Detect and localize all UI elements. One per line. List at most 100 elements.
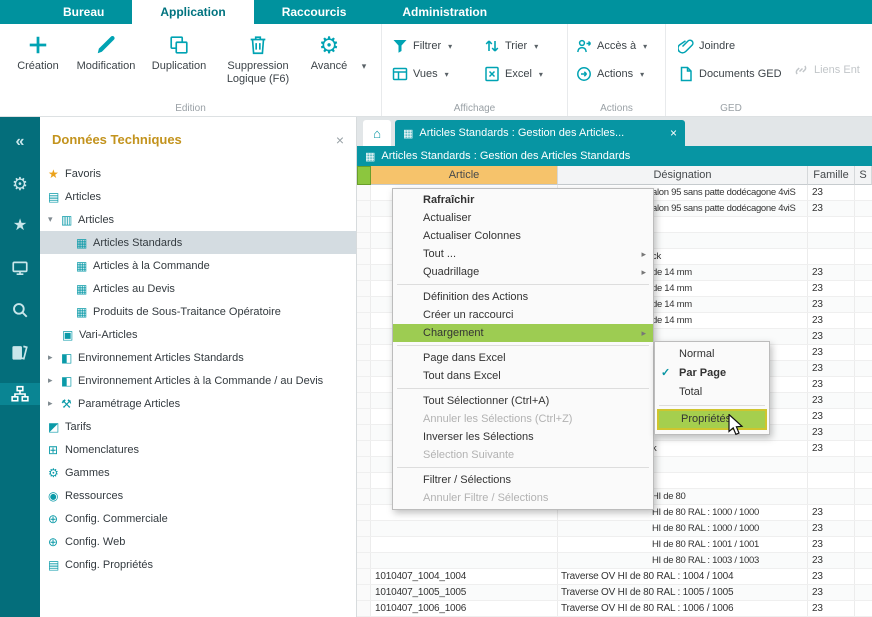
tab-articles-standards[interactable]: ▦ Articles Standards : Gestion des Artic… <box>395 120 685 146</box>
menu-tab-raccourcis[interactable]: Raccourcis <box>254 0 375 24</box>
submenu-item[interactable]: Normal <box>655 345 769 364</box>
vues-button[interactable]: Vues ▾ <box>392 66 484 82</box>
chevron-right-icon[interactable]: ▸ <box>48 352 61 363</box>
context-menu-item[interactable]: Quadrillage <box>393 263 653 281</box>
row-selector[interactable] <box>357 345 371 360</box>
row-selector[interactable] <box>357 233 371 248</box>
sidebar-item[interactable]: ▦Articles à la Commande <box>40 254 356 277</box>
column-header-famille[interactable]: Famille <box>808 166 855 185</box>
sidebar-item[interactable]: ▦Articles au Devis <box>40 277 356 300</box>
close-icon[interactable]: × <box>670 126 677 140</box>
context-menu-item[interactable]: Tout ... <box>393 245 653 263</box>
context-menu-item[interactable]: Filtrer / Sélections <box>393 471 653 489</box>
close-icon[interactable]: × <box>336 132 344 148</box>
table-row[interactable]: HI de 80 RAL : 1003 / 100323 <box>357 553 872 569</box>
search-icon[interactable] <box>0 299 40 321</box>
row-selector[interactable] <box>357 457 371 472</box>
sidebar-item[interactable]: ▦Produits de Sous-Traitance Opératoire <box>40 300 356 323</box>
row-selector[interactable] <box>357 569 371 584</box>
row-selector[interactable] <box>357 265 371 280</box>
home-tab[interactable]: ⌂ <box>363 120 391 146</box>
row-selector[interactable] <box>357 441 371 456</box>
library-icon[interactable] <box>0 341 40 363</box>
sidebar-item[interactable]: ⚙Gammes <box>40 461 356 484</box>
context-menu-item[interactable]: Page dans Excel <box>393 349 653 367</box>
column-header-stock[interactable]: S <box>855 166 872 185</box>
row-selector[interactable] <box>357 601 371 616</box>
sidebar-item[interactable]: ⊞Nomenclatures <box>40 438 356 461</box>
context-menu-item[interactable]: Créer un raccourci <box>393 306 653 324</box>
row-selector[interactable] <box>357 185 371 200</box>
context-menu-item[interactable]: Rafraîchir <box>393 191 653 209</box>
sidebar-item[interactable]: ▸⚒Paramétrage Articles <box>40 392 356 415</box>
row-selector[interactable] <box>357 489 371 504</box>
trier-button[interactable]: Trier ▾ <box>484 38 562 54</box>
context-menu-item[interactable]: Actualiser <box>393 209 653 227</box>
row-selector[interactable] <box>357 217 371 232</box>
sidebar-item[interactable]: ▸◧Environnement Articles à la Commande /… <box>40 369 356 392</box>
row-selector[interactable] <box>357 361 371 376</box>
row-selector[interactable] <box>357 409 371 424</box>
context-menu-item[interactable]: Actualiser Colonnes <box>393 227 653 245</box>
actions-button[interactable]: Actions ▾ <box>576 66 665 82</box>
joindre-button[interactable]: Joindre <box>678 38 796 54</box>
row-selector[interactable] <box>357 249 371 264</box>
row-selector[interactable] <box>357 393 371 408</box>
sidebar-item[interactable]: ◩Tarifs <box>40 415 356 438</box>
org-chart-icon[interactable] <box>0 383 40 405</box>
settings-gear-icon[interactable]: ⚙ <box>0 173 40 195</box>
sidebar-item[interactable]: ◉Ressources <box>40 484 356 507</box>
monitor-icon[interactable] <box>0 257 40 279</box>
submenu-item[interactable]: Total <box>655 383 769 402</box>
sidebar-item[interactable]: ⊕Config. Web <box>40 530 356 553</box>
sidebar-item[interactable]: ▸◧Environnement Articles Standards <box>40 346 356 369</box>
select-all-corner[interactable] <box>357 166 371 185</box>
filtrer-button[interactable]: Filtrer ▾ <box>392 38 484 54</box>
column-header-designation[interactable]: Désignation <box>558 166 808 185</box>
excel-button[interactable]: Excel ▾ <box>484 66 562 82</box>
row-selector[interactable] <box>357 201 371 216</box>
context-menu-item[interactable]: Chargement <box>393 324 653 342</box>
submenu-item[interactable]: ✓Par Page <box>655 364 769 383</box>
chevron-right-icon[interactable]: ▸ <box>48 398 61 409</box>
sidebar-item[interactable]: ⊕Config. Commerciale <box>40 507 356 530</box>
submenu-item[interactable]: Propriétés <box>657 409 767 430</box>
context-menu-item[interactable]: Tout dans Excel <box>393 367 653 385</box>
row-selector[interactable] <box>357 297 371 312</box>
table-row[interactable]: 1010407_1006_1006Traverse OV HI de 80 RA… <box>357 601 872 617</box>
row-selector[interactable] <box>357 281 371 296</box>
table-row[interactable]: 1010407_1004_1004Traverse OV HI de 80 RA… <box>357 569 872 585</box>
context-menu-item[interactable]: Définition des Actions <box>393 288 653 306</box>
row-selector[interactable] <box>357 537 371 552</box>
sidebar-item[interactable]: ▤Articles <box>40 185 356 208</box>
column-header-article[interactable]: Article <box>371 166 558 185</box>
documents-ged-button[interactable]: Documents GED <box>678 66 796 82</box>
sidebar-item[interactable]: ▾▥Articles <box>40 208 356 231</box>
row-selector[interactable] <box>357 585 371 600</box>
sidebar-item[interactable]: ▣Vari-Articles <box>40 323 356 346</box>
chevron-down-icon[interactable]: ▾ <box>48 214 61 225</box>
row-selector[interactable] <box>357 313 371 328</box>
menu-tab-bureau[interactable]: Bureau <box>35 0 132 24</box>
chevron-right-icon[interactable]: ▸ <box>48 375 61 386</box>
acces-a-button[interactable]: Accès à ▾ <box>576 38 665 54</box>
row-selector[interactable] <box>357 425 371 440</box>
table-row[interactable]: HI de 80 RAL : 1000 / 100023 <box>357 521 872 537</box>
sidebar-item[interactable]: ▤Config. Propriétés <box>40 553 356 576</box>
row-selector[interactable] <box>357 377 371 392</box>
row-selector[interactable] <box>357 521 371 536</box>
menu-tab-administration[interactable]: Administration <box>374 0 515 24</box>
row-selector[interactable] <box>357 473 371 488</box>
row-selector[interactable] <box>357 329 371 344</box>
row-selector[interactable] <box>357 553 371 568</box>
table-row[interactable]: 1010407_1005_1005Traverse OV HI de 80 RA… <box>357 585 872 601</box>
collapse-panel-icon[interactable]: « <box>0 131 40 153</box>
favorites-star-icon[interactable]: ★ <box>0 215 40 237</box>
row-selector[interactable] <box>357 505 371 520</box>
menu-tab-application[interactable]: Application <box>132 0 253 24</box>
sidebar-item[interactable]: ▦Articles Standards <box>40 231 356 254</box>
context-menu-item[interactable]: Tout Sélectionner (Ctrl+A) <box>393 392 653 410</box>
context-menu-item[interactable]: Inverser les Sélections <box>393 428 653 446</box>
sidebar-item[interactable]: ★Favoris <box>40 162 356 185</box>
table-row[interactable]: HI de 80 RAL : 1001 / 100123 <box>357 537 872 553</box>
